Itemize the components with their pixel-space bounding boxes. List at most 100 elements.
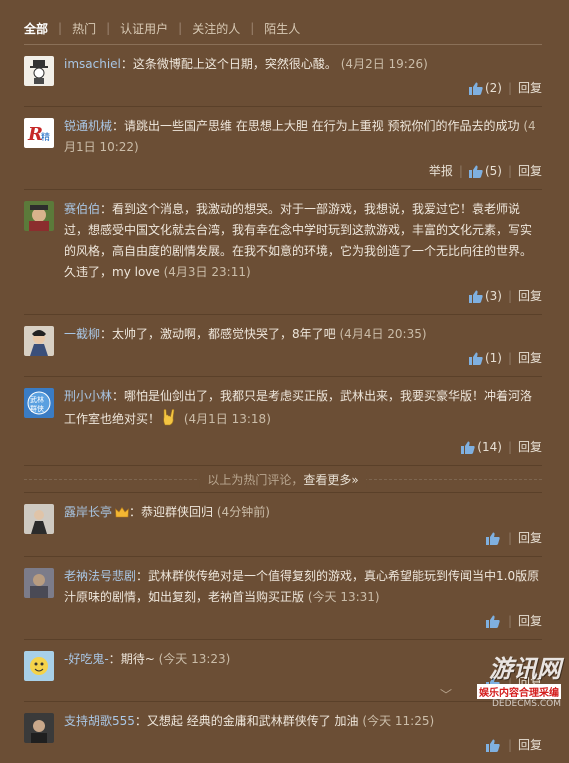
tab-all[interactable]: 全部 bbox=[24, 20, 48, 37]
comment-colon: ： bbox=[100, 327, 113, 341]
reply-link[interactable]: 回复 bbox=[518, 738, 542, 752]
comment-colon: ： bbox=[136, 569, 149, 583]
comment-colon: ： bbox=[112, 119, 125, 133]
action-separator: | bbox=[507, 289, 512, 303]
divider-text: 以上为热门评论， bbox=[207, 473, 304, 487]
like-button[interactable] bbox=[485, 614, 502, 628]
comment-author-link[interactable]: imsachiel bbox=[64, 57, 121, 71]
comment-colon: ： bbox=[112, 389, 125, 403]
comment-author-link[interactable]: 露岸长亭 bbox=[64, 505, 112, 519]
tab-separator: | bbox=[58, 21, 63, 35]
like-count: (2) bbox=[484, 81, 502, 95]
reply-link[interactable]: 回复 bbox=[518, 614, 542, 628]
reply-link[interactable]: 回复 bbox=[518, 164, 542, 178]
comment-content: imsachiel：这条微博配上这个日期，突然很心酸。 (4月2日 19:26) bbox=[64, 54, 542, 75]
avatar-haochigui[interactable] bbox=[24, 651, 54, 681]
comment-item: 支持胡歌555：又想起 经典的金庸和武林群侠传了 加油 (今天 11:25) | 回… bbox=[24, 701, 542, 763]
scroll-down-icon[interactable]: ﹀ bbox=[440, 686, 452, 703]
comment-author-link[interactable]: 刑小小林 bbox=[64, 389, 112, 403]
comment-text: 恭迎群侠回归 bbox=[141, 505, 214, 519]
comment-content: 刑小小林：哪怕是仙剑出了，我都只是考虑买正版，武林出来，我要买豪华版！冲着河洛工… bbox=[64, 386, 542, 434]
comment-author-link[interactable]: -好吃鬼- bbox=[64, 652, 109, 666]
comment-item: -好吃鬼-：期待~ (今天 13:23) | 回复 bbox=[24, 639, 542, 701]
svg-text:武林: 武林 bbox=[30, 395, 44, 404]
avatar-saibobo[interactable] bbox=[24, 201, 54, 231]
comment-item: 老衲法号悲剧：武林群侠传绝对是一个值得复刻的游戏，真心希望能玩到传闻当中1.0版… bbox=[24, 556, 542, 639]
action-separator: | bbox=[507, 738, 512, 752]
tab-separator: | bbox=[250, 21, 255, 35]
comment-actions: (14) | 回复 bbox=[64, 437, 542, 457]
comment-content: 支持胡歌555：又想起 经典的金庸和武林群侠传了 加油 (今天 11:25) bbox=[64, 711, 542, 732]
comment-actions: (2) | 回复 bbox=[64, 78, 542, 98]
thumbs-up-icon bbox=[468, 164, 483, 184]
comment-author-link[interactable]: 支持胡歌555 bbox=[64, 714, 135, 728]
rock-hand-emoji-icon bbox=[160, 407, 180, 434]
like-button[interactable] bbox=[485, 738, 502, 752]
avatar-luan[interactable] bbox=[24, 504, 54, 534]
like-button[interactable]: (1) bbox=[468, 351, 502, 365]
comment-text: 请跳出一些国产思维 在思想上大胆 在行为上重视 预祝你们的作品去的成功 bbox=[124, 119, 520, 133]
comment-list: imsachiel：这条微博配上这个日期，突然很心酸。 (4月2日 19:26)… bbox=[24, 44, 542, 763]
comment-text: 又想起 经典的金庸和武林群侠传了 加油 bbox=[146, 714, 359, 728]
thumbs-up-icon bbox=[468, 81, 483, 101]
action-separator: | bbox=[507, 164, 512, 178]
comment-actions: 举报 | (5) | 回复 bbox=[64, 161, 542, 181]
watermark-domain: DEDECMS.COM bbox=[492, 699, 561, 709]
comment-content: -好吃鬼-：期待~ (今天 13:23) bbox=[64, 649, 542, 670]
comment-actions: (1) | 回复 bbox=[64, 348, 542, 368]
crown-badge-icon[interactable] bbox=[115, 504, 129, 525]
watermark-logo: 游讯网 bbox=[489, 655, 561, 683]
like-button[interactable]: (2) bbox=[468, 81, 502, 95]
avatar-xingxiaolin[interactable]: 武林 群侠 bbox=[24, 388, 54, 418]
action-separator: | bbox=[458, 164, 463, 178]
thumbs-up-icon bbox=[468, 351, 483, 371]
divider-label: 以上为热门评论，查看更多» bbox=[199, 471, 367, 488]
tab-verified[interactable]: 认证用户 bbox=[120, 20, 168, 37]
comment-time: (4月1日 13:18) bbox=[183, 412, 271, 426]
svg-text:精: 精 bbox=[41, 131, 50, 143]
avatar-ruitong[interactable]: R精 bbox=[24, 118, 54, 148]
reply-link[interactable]: 回复 bbox=[518, 81, 542, 95]
reply-link[interactable]: 回复 bbox=[518, 351, 542, 365]
thumbs-up-icon bbox=[485, 614, 500, 634]
comment-author-link[interactable]: 赛伯伯 bbox=[64, 202, 100, 216]
comment-author-link[interactable]: 锐通机械 bbox=[64, 119, 112, 133]
thumbs-up-icon bbox=[468, 289, 483, 309]
action-separator: | bbox=[507, 440, 512, 454]
like-button[interactable]: (14) bbox=[461, 440, 502, 454]
comment-actions: | 回复 bbox=[64, 735, 542, 755]
tab-following[interactable]: 关注的人 bbox=[192, 20, 240, 37]
comment-colon: ： bbox=[120, 57, 133, 71]
like-button[interactable]: (5) bbox=[468, 164, 502, 178]
thumbs-up-icon bbox=[485, 531, 500, 551]
reply-link[interactable]: 回复 bbox=[518, 289, 542, 303]
like-count: (5) bbox=[484, 164, 502, 178]
comment-colon: ： bbox=[134, 714, 147, 728]
reply-link[interactable]: 回复 bbox=[518, 531, 542, 545]
comment-time: (4月3日 23:11) bbox=[163, 265, 251, 279]
comment-colon: ： bbox=[108, 652, 121, 666]
thumbs-up-icon bbox=[485, 738, 500, 758]
avatar-huge[interactable] bbox=[24, 713, 54, 743]
like-count: (1) bbox=[484, 351, 502, 365]
comment-time: (4月4日 20:35) bbox=[339, 327, 427, 341]
avatar-laona[interactable] bbox=[24, 568, 54, 598]
comment-content: 赛伯伯：看到这个消息，我激动的想哭。对于一部游戏，我想说，我爱过它！袁老师说过，… bbox=[64, 199, 542, 283]
reply-link[interactable]: 回复 bbox=[518, 440, 542, 454]
tab-strangers[interactable]: 陌生人 bbox=[264, 20, 300, 37]
comment-colon: ： bbox=[129, 505, 142, 519]
avatar-yijieliu[interactable] bbox=[24, 326, 54, 356]
like-count: (14) bbox=[477, 440, 502, 454]
avatar-sachiel[interactable] bbox=[24, 56, 54, 86]
like-button[interactable] bbox=[485, 531, 502, 545]
comment-author-link[interactable]: 老衲法号悲剧 bbox=[64, 569, 136, 583]
comment-actions: (3) | 回复 bbox=[64, 286, 542, 306]
report-link[interactable]: 举报 bbox=[429, 164, 453, 178]
comment-actions: | 回复 bbox=[64, 673, 542, 693]
comment-author-link[interactable]: 一截柳 bbox=[64, 327, 100, 341]
view-more-link[interactable]: 查看更多» bbox=[303, 473, 358, 487]
watermark: 游讯网 娱乐内容合理采编 DEDECMS.COM bbox=[477, 649, 561, 709]
tab-separator: | bbox=[178, 21, 183, 35]
like-button[interactable]: (3) bbox=[468, 289, 502, 303]
tab-hot[interactable]: 热门 bbox=[72, 20, 96, 37]
